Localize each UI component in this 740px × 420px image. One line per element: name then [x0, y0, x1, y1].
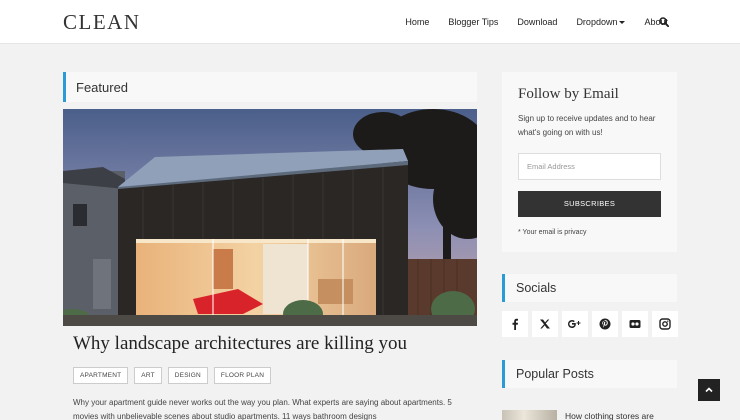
featured-title: Featured [76, 80, 129, 95]
email-input[interactable]: Email Address [518, 153, 661, 180]
featured-image[interactable] [63, 109, 477, 326]
main-content: Featured Why landscape architectures are… [63, 72, 477, 420]
tag-floor-plan[interactable]: FLOOR PLAN [213, 367, 272, 384]
subscribe-button[interactable]: SUBSCRIBES [518, 191, 661, 217]
facebook-icon[interactable] [502, 311, 528, 337]
nav-download[interactable]: Download [517, 17, 557, 27]
follow-by-email-widget: Follow by Email Sign up to receive updat… [502, 72, 677, 252]
privacy-note: * Your email is privacy [518, 229, 587, 236]
site-header: CLEAN Home Blogger Tips Download Dropdow… [0, 0, 740, 44]
pinterest-icon[interactable] [592, 311, 618, 337]
post-excerpt: Why your apartment guide never works out… [73, 398, 452, 420]
tag-apartment[interactable]: APARTMENT [73, 367, 129, 384]
popular-posts-heading: Popular Posts [502, 360, 677, 388]
featured-heading: Featured [63, 72, 477, 102]
popular-posts-title: Popular Posts [516, 367, 594, 381]
back-to-top-button[interactable] [698, 379, 720, 401]
caret-down-icon [619, 21, 626, 24]
post-tags: APARTMENT ART DESIGN FLOOR PLAN [73, 367, 277, 384]
search-icon[interactable] [659, 17, 669, 27]
flickr-icon[interactable] [622, 311, 648, 337]
main-nav: Home Blogger Tips Download Dropdown Abou… [386, 17, 668, 27]
nav-home[interactable]: Home [405, 17, 429, 27]
site-logo[interactable]: CLEAN [63, 10, 141, 35]
twitter-icon[interactable] [532, 311, 558, 337]
tag-art[interactable]: ART [134, 367, 162, 384]
follow-description: Sign up to receive updates and to hear w… [518, 114, 656, 137]
popular-post-title[interactable]: How clothing stores are [565, 411, 654, 420]
post-title[interactable]: Why landscape architectures are killing … [73, 333, 407, 355]
socials-heading: Socials [502, 274, 677, 302]
follow-title: Follow by Email [518, 86, 619, 102]
instagram-icon[interactable] [652, 311, 678, 337]
nav-blogger-tips[interactable]: Blogger Tips [448, 17, 498, 27]
nav-dropdown[interactable]: Dropdown [576, 17, 626, 27]
chevron-up-icon [705, 387, 713, 393]
google-plus-icon[interactable] [562, 311, 588, 337]
nav-dropdown-label: Dropdown [576, 17, 618, 27]
tag-design[interactable]: DESIGN [167, 367, 208, 384]
popular-post-thumbnail[interactable] [502, 410, 557, 420]
socials-title: Socials [516, 281, 557, 295]
social-icons [502, 311, 678, 337]
